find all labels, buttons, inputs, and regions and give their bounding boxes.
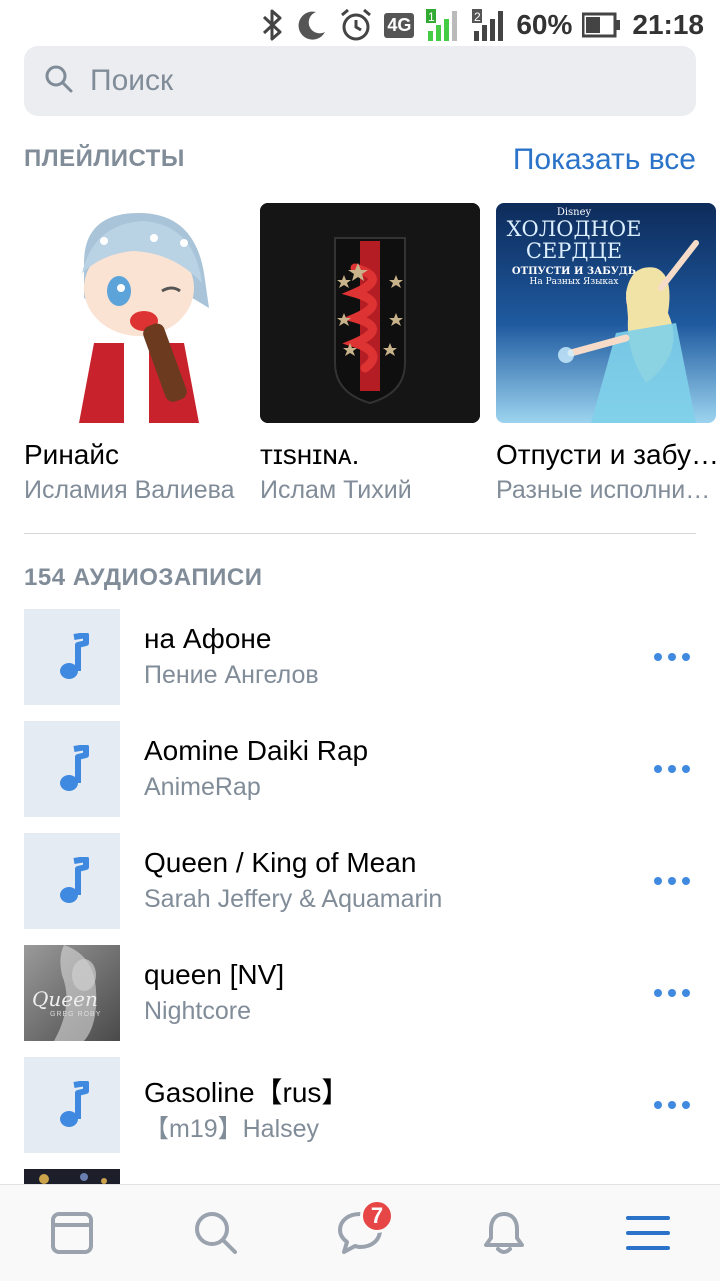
bluetooth-icon [260, 5, 286, 45]
more-options-icon[interactable] [654, 985, 690, 1001]
track-artist: Nightcore [144, 997, 251, 1025]
track-thumb [24, 833, 120, 929]
track-row[interactable]: Gasoline【rus】 【m19】Halsey [24, 1057, 696, 1153]
tab-menu[interactable] [608, 1193, 688, 1273]
playlist-title: Ринайс [24, 439, 119, 470]
sim1-signal-icon: 1 [424, 5, 460, 45]
track-row[interactable]: Queen GREG ROBY queen [NV] Nightcore [24, 945, 696, 1041]
playlist-card[interactable]: Ринайс Исламия Валиева [24, 203, 244, 504]
more-options-icon[interactable] [654, 761, 690, 777]
playlist-card[interactable]: Disney ХОЛОДНОЕ СЕРДЦЕ ОТПУСТИ И ЗАБУДЬ … [496, 203, 719, 504]
battery-icon [582, 5, 622, 45]
track-artist: 【m19】Halsey [144, 1115, 320, 1143]
search-icon [44, 64, 74, 99]
music-note-icon [60, 633, 89, 679]
track-cover-image: Queen GREG ROBY [24, 945, 120, 1041]
cover-script-text: Queen [32, 987, 98, 1011]
music-note-icon [60, 857, 89, 903]
playlist-owner: Ислам Тихий [260, 476, 412, 504]
cover-small-text: GREG ROBY [50, 1011, 102, 1018]
do-not-disturb-moon-icon [296, 5, 328, 45]
svg-text:1: 1 [428, 10, 435, 24]
track-title: Queen / King of Mean [144, 847, 417, 878]
track-title: Gasoline【rus】 [144, 1077, 350, 1108]
playlist-cover-anime [24, 203, 244, 423]
track-title: на Афоне [144, 623, 272, 654]
playlist-card[interactable]: ᴛɪѕнɪɴᴀ. Ислам Тихий [260, 203, 480, 504]
tab-notifications[interactable] [464, 1193, 544, 1273]
playlist-owner: Разные исполни… [496, 476, 711, 504]
more-options-icon[interactable] [654, 873, 690, 889]
messages-badge: 7 [360, 1199, 394, 1233]
track-artist: AnimeRap [144, 773, 261, 801]
playlist-cover-frozen: Disney ХОЛОДНОЕ СЕРДЦЕ ОТПУСТИ И ЗАБУДЬ … [496, 203, 716, 423]
clock: 21:18 [632, 9, 704, 40]
search-placeholder: Поиск [90, 64, 174, 97]
playlists-header: ПЛЕЙЛИСТЫ [24, 145, 185, 172]
hamburger-menu-icon [626, 1216, 670, 1250]
search-icon [195, 1212, 237, 1254]
section-divider [24, 533, 696, 534]
network-type-label: 4G [384, 12, 415, 38]
track-title: Aomine Daiki Rap [144, 735, 369, 766]
track-row[interactable]: Aomine Daiki Rap AnimeRap [24, 721, 696, 817]
tab-search[interactable] [176, 1193, 256, 1273]
music-note-icon [60, 1081, 89, 1127]
more-options-icon[interactable] [654, 1097, 690, 1113]
sim2-signal-icon: 2 [470, 5, 506, 45]
playlist-owner: Исламия Валиева [24, 476, 235, 504]
playlist-cover-snake-patch [260, 203, 480, 423]
search-field[interactable]: Поиск [24, 46, 696, 116]
network-type-icon: 4G [384, 5, 415, 45]
track-artist: Sarah Jeffery & Aquamarin [144, 885, 443, 913]
playlist-title: Отпусти и забу… [496, 439, 719, 470]
alarm-icon [338, 5, 374, 45]
track-row[interactable]: Queen / King of Mean Sarah Jeffery & Aqu… [24, 833, 696, 929]
bottom-tab-bar: 7 [0, 1184, 720, 1281]
tab-news[interactable] [32, 1193, 112, 1273]
battery-percent: 60% [516, 9, 573, 40]
track-artist: Пение Ангелов [144, 661, 319, 689]
svg-text:2: 2 [474, 10, 481, 24]
track-row[interactable]: на Афоне Пение Ангелов [24, 609, 696, 705]
audio-count-header: 154 АУДИОЗАПИСИ [24, 564, 263, 591]
track-thumb-partial [24, 1169, 120, 1185]
newsfeed-icon [51, 1212, 93, 1254]
tab-messages[interactable]: 7 [320, 1193, 400, 1273]
track-thumb [24, 609, 120, 705]
status-bar: 4G 1 2 60% 21:18 [0, 0, 720, 50]
more-options-icon[interactable] [654, 649, 690, 665]
show-all-link[interactable]: Показать все [513, 143, 696, 177]
playlist-title: ᴛɪѕнɪɴᴀ. [260, 439, 360, 470]
music-note-icon [60, 745, 89, 791]
track-thumb [24, 721, 120, 817]
track-title: queen [NV] [144, 959, 285, 990]
bell-icon [484, 1212, 524, 1254]
track-thumb [24, 1057, 120, 1153]
